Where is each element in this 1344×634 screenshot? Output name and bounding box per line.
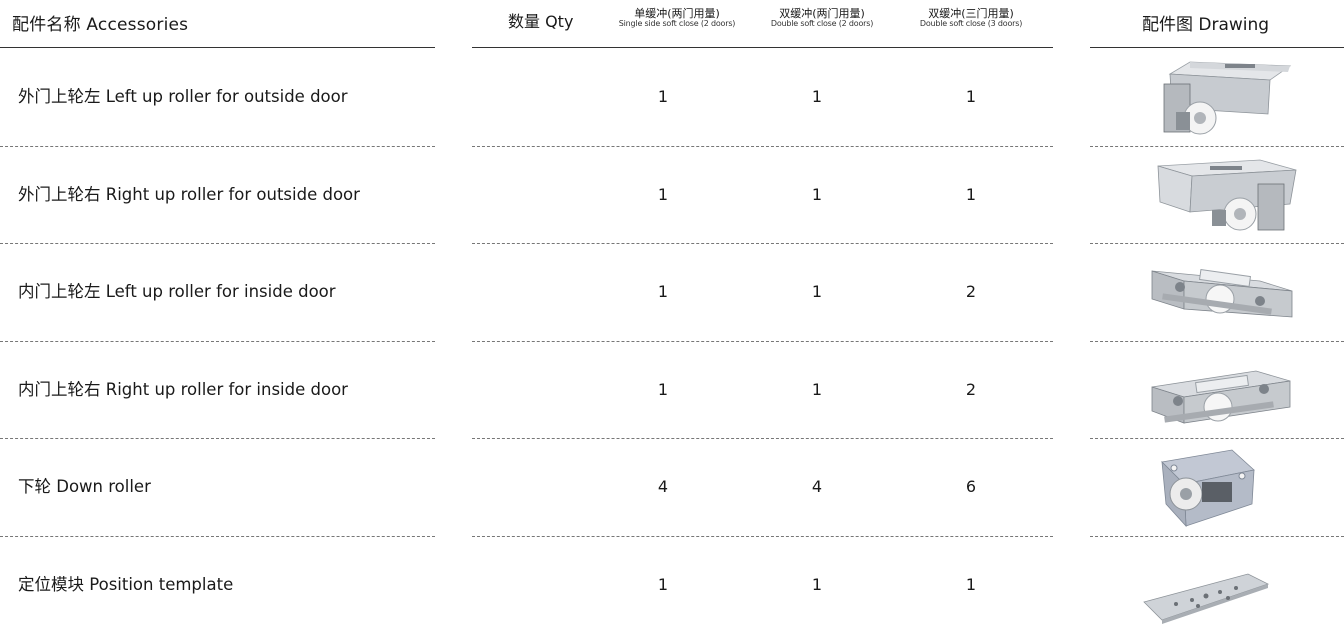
qty-double-2: 1: [811, 380, 823, 399]
qty-single: 1: [657, 87, 669, 106]
qty-double-3: 2: [965, 282, 977, 301]
flat-roller-right-image: [1151, 370, 1291, 424]
qty-single: 1: [657, 185, 669, 204]
single-soft-close-header: 单缓冲(两门用量) Single side soft close (2 door…: [602, 8, 752, 28]
qty-single: 1: [657, 282, 669, 301]
qty-single: 1: [657, 380, 669, 399]
double-soft-close-3-header: 双缓冲(三门用量) Double soft close (3 doors): [896, 8, 1046, 28]
bracket-roller-right-image: [1157, 159, 1297, 231]
double-soft-close-2-header: 双缓冲(两门用量) Double soft close (2 doors): [747, 8, 897, 28]
qty-double-2: 1: [811, 282, 823, 301]
qty-header: 数量 Qty: [508, 12, 574, 31]
qty-double-2: 4: [811, 477, 823, 496]
table-row: 内门上轮右 Right up roller for inside door 1 …: [0, 341, 1344, 439]
qty-double-2: 1: [811, 185, 823, 204]
qty-single: 4: [657, 477, 669, 496]
accessory-name: 内门上轮左 Left up roller for inside door: [18, 282, 336, 301]
down-roller-image: [1161, 449, 1255, 528]
flat-roller-left-image: [1151, 269, 1293, 318]
bracket-roller-left-image: [1163, 61, 1292, 135]
table-row: 外门上轮左 Left up roller for outside door 1 …: [0, 48, 1344, 146]
qty-double-3: 2: [965, 380, 977, 399]
qty-single: 1: [657, 575, 669, 594]
accessory-name: 内门上轮右 Right up roller for inside door: [18, 380, 348, 399]
double-soft-close-2-cn: 双缓冲(两门用量): [779, 7, 865, 20]
double-soft-close-2-en: Double soft close (2 doors): [770, 19, 874, 28]
accessory-name: 外门上轮右 Right up roller for outside door: [18, 185, 360, 204]
qty-double-2: 1: [811, 575, 823, 594]
qty-double-3: 1: [965, 185, 977, 204]
qty-double-3: 1: [965, 575, 977, 594]
qty-double-2: 1: [811, 87, 823, 106]
drawing-header: 配件图 Drawing: [1142, 15, 1270, 35]
position-plate-image: [1143, 573, 1270, 624]
single-soft-close-cn: 单缓冲(两门用量): [634, 7, 720, 20]
single-soft-close-en: Single side soft close (2 doors): [618, 19, 736, 28]
table-row: 下轮 Down roller 4 4 6: [0, 438, 1344, 536]
qty-double-3: 1: [965, 87, 977, 106]
table-row: 外门上轮右 Right up roller for outside door 1…: [0, 146, 1344, 244]
double-soft-close-3-cn: 双缓冲(三门用量): [928, 7, 1014, 20]
double-soft-close-3-en: Double soft close (3 doors): [919, 19, 1023, 28]
accessory-name: 下轮 Down roller: [18, 477, 151, 496]
accessories-header: 配件名称 Accessories: [12, 15, 189, 35]
qty-double-3: 6: [965, 477, 977, 496]
accessory-name: 外门上轮左 Left up roller for outside door: [18, 87, 348, 106]
table-row: 定位模块 Position template 1 1 1: [0, 536, 1344, 634]
accessory-name: 定位模块 Position template: [18, 575, 234, 594]
table-row: 内门上轮左 Left up roller for inside door 1 1…: [0, 243, 1344, 341]
